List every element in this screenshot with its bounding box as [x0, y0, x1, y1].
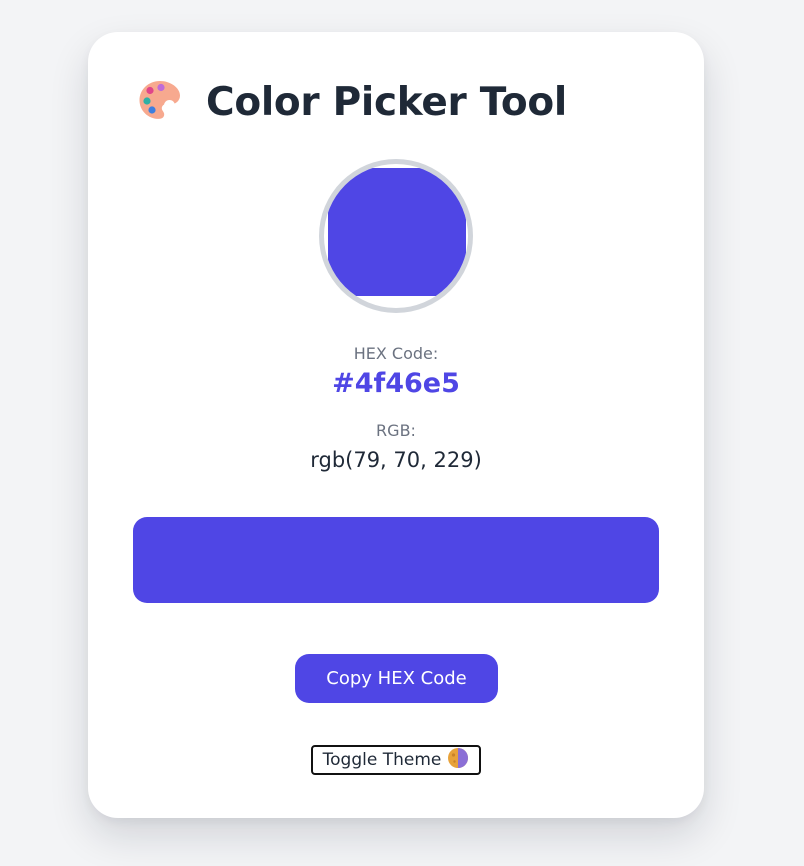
toggle-theme-button[interactable]: Toggle Theme: [311, 745, 481, 775]
color-swatch-fill: [328, 168, 466, 296]
color-picker-card: Color Picker Tool HEX Code: #4f46e5 RGB:…: [88, 32, 704, 818]
hex-value: #4f46e5: [332, 368, 460, 399]
color-swatch-inner: [324, 164, 468, 308]
hex-label: HEX Code:: [353, 344, 439, 363]
moon-icon: [441, 747, 469, 774]
color-swatch-preview[interactable]: [319, 159, 473, 313]
toggle-theme-label: Toggle Theme: [322, 750, 442, 770]
rgb-value: rgb(79, 70, 229): [310, 448, 482, 472]
artist-palette-icon: [136, 76, 206, 128]
copy-hex-button[interactable]: Copy HEX Code: [295, 654, 498, 703]
rgb-label: RGB:: [376, 421, 416, 440]
page-title: Color Picker Tool: [206, 79, 567, 125]
header: Color Picker Tool: [136, 76, 567, 128]
color-preview-bar[interactable]: [133, 517, 659, 603]
